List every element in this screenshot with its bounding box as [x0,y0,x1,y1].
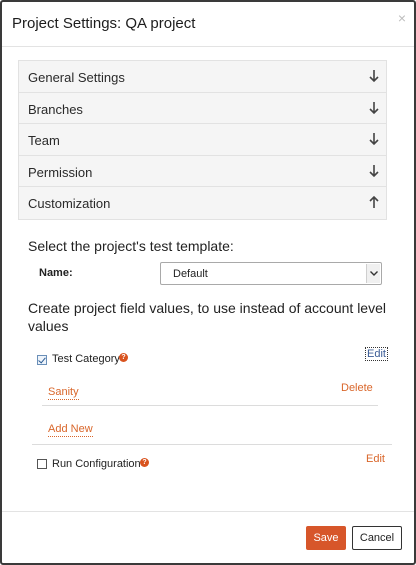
divider [42,405,378,406]
accordion-label: Customization [28,196,111,211]
dialog-header: Project Settings: QA project × [2,2,414,47]
accordion-branches[interactable]: Branches [19,92,386,124]
save-button[interactable]: Save [306,526,346,550]
chevron-down-icon[interactable] [366,264,380,283]
accordion-customization[interactable]: Customization [19,187,386,219]
close-icon[interactable]: × [398,11,406,25]
divider [32,444,392,445]
fields-heading: Create project field values, to use inst… [28,300,386,334]
add-new-link[interactable]: Add New [48,423,93,437]
test-category-edit-link[interactable]: Edit [365,347,388,361]
help-icon[interactable]: ? [140,458,149,467]
run-configuration-label: Run Configuration [52,458,141,470]
test-category-label: Test Category [52,353,120,365]
arrow-down-icon [369,164,379,177]
arrow-down-icon [369,101,379,114]
template-select-value: Default [173,268,208,280]
arrow-down-icon [369,70,379,83]
accordion-label: Branches [28,101,83,117]
project-settings-dialog: Project Settings: QA project × General S… [0,0,416,565]
footer-divider [2,511,414,512]
template-heading: Select the project's test template: [28,238,234,254]
accordion-label: Permission [28,164,93,180]
name-label: Name: [39,267,73,279]
cancel-button[interactable]: Cancel [352,526,402,550]
sanity-value-link[interactable]: Sanity [48,386,79,400]
sanity-delete-link[interactable]: Delete [341,382,373,394]
accordion-team[interactable]: Team [19,124,386,156]
accordion-general-settings[interactable]: General Settings [19,61,386,93]
settings-accordion: General Settings Branches Team Permissio… [18,60,387,220]
template-select[interactable]: Default [160,262,382,285]
accordion-label: General Settings [28,70,125,85]
accordion-permission[interactable]: Permission [19,155,386,187]
dialog-title: Project Settings: QA project [12,15,196,32]
arrow-up-icon [369,195,379,208]
run-configuration-checkbox[interactable] [37,459,47,469]
test-category-checkbox[interactable] [37,355,47,365]
accordion-label: Team [28,133,60,148]
help-icon[interactable]: ? [119,353,128,362]
run-configuration-edit-link[interactable]: Edit [366,453,385,465]
arrow-down-icon [369,133,379,146]
